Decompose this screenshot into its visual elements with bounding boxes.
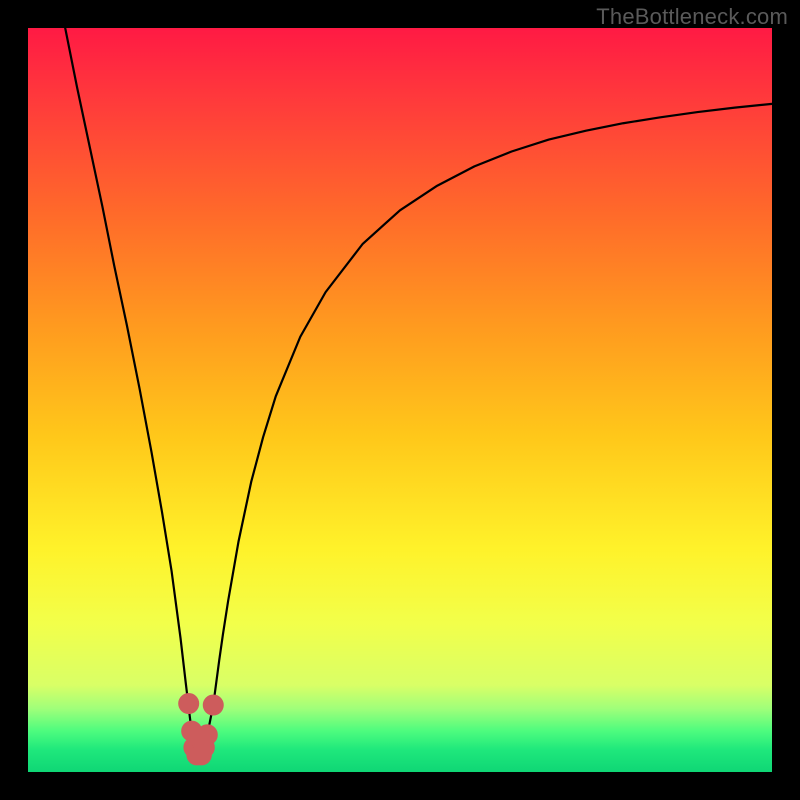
- minimum-marker: [179, 694, 199, 714]
- minimum-marker: [197, 725, 217, 745]
- watermark-text: TheBottleneck.com: [596, 4, 788, 30]
- chart-frame: TheBottleneck.com: [0, 0, 800, 800]
- chart-svg: [28, 28, 772, 772]
- gradient-background: [28, 28, 772, 772]
- minimum-marker: [203, 695, 223, 715]
- plot-area: [28, 28, 772, 772]
